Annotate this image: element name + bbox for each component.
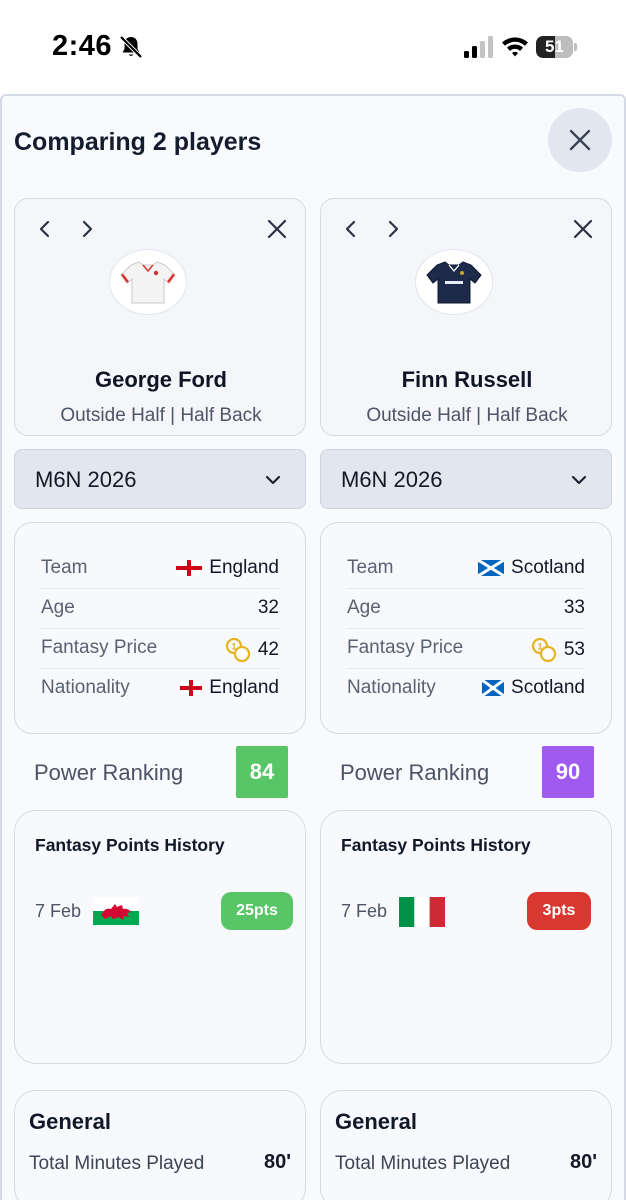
info-row-team: Team Scotland — [347, 549, 585, 589]
player-name: Finn Russell — [401, 367, 533, 392]
england-flag-icon — [176, 560, 203, 576]
player-info-card: Team Scotland Age 33 Fantasy Price 1 53 … — [320, 522, 612, 734]
nationality-value: Scotland — [511, 677, 585, 698]
wifi-icon — [502, 37, 528, 57]
price-label: Fantasy Price — [41, 637, 158, 658]
minutes-label: Total Minutes Played — [335, 1153, 511, 1174]
chevron-left-icon — [39, 220, 50, 238]
general-title: General — [29, 1109, 111, 1134]
info-row-age: Age 32 — [41, 589, 279, 629]
player-position: Outside Half | Half Back — [60, 405, 262, 426]
info-row-price: Fantasy Price 1 42 — [41, 629, 279, 669]
england-jersey-icon — [120, 261, 176, 304]
close-icon — [573, 219, 593, 239]
player-card: George Ford Outside Half | Half Back — [14, 198, 306, 436]
scotland-flag-icon — [478, 560, 505, 576]
player-card: Finn Russell Outside Half | Half Back — [320, 198, 612, 436]
price-label: Fantasy Price — [347, 637, 464, 658]
england-flag-icon — [180, 680, 203, 696]
general-stats-card: General Total Minutes Played 80' — [320, 1090, 612, 1200]
minutes-value: 80' — [569, 1151, 597, 1173]
battery-icon: 51 — [536, 36, 578, 58]
previous-player-button[interactable] — [31, 215, 59, 243]
age-label: Age — [41, 597, 75, 618]
history-date: 7 Feb — [341, 901, 388, 921]
age-value: 32 — [257, 597, 279, 618]
fantasy-history-card: Fantasy Points History 7 Feb 25pts — [14, 810, 306, 1064]
general-stats-card: General Total Minutes Played 80' — [14, 1090, 306, 1200]
chevron-right-icon — [388, 220, 399, 238]
remove-player-button[interactable] — [263, 215, 291, 243]
history-date: 7 Feb — [35, 901, 82, 921]
bell-muted-icon — [119, 35, 143, 59]
nationality-label: Nationality — [41, 677, 130, 698]
wales-flag-icon — [93, 897, 139, 925]
scotland-jersey-icon — [426, 261, 482, 304]
price-value: 53 — [563, 639, 585, 660]
season-dropdown[interactable]: M6N 2026 — [14, 449, 306, 509]
power-ranking-label: Power Ranking — [340, 760, 490, 785]
player-position: Outside Half | Half Back — [366, 405, 568, 426]
previous-player-button[interactable] — [337, 215, 365, 243]
player-name: George Ford — [94, 367, 227, 392]
coins-icon: 1 — [225, 637, 250, 663]
nationality-label: Nationality — [347, 677, 436, 698]
general-title: General — [335, 1109, 417, 1134]
age-value: 33 — [563, 597, 585, 618]
team-value: Scotland — [511, 557, 585, 578]
season-selected: M6N 2026 — [35, 467, 137, 492]
italy-flag-icon — [399, 897, 445, 927]
status-time: 2:46 — [52, 30, 113, 62]
chevron-left-icon — [345, 220, 356, 238]
close-icon — [569, 129, 591, 151]
status-bar: 2:46 51 — [0, 0, 626, 92]
page-title: Comparing 2 players — [14, 128, 262, 156]
player-avatar — [415, 249, 493, 315]
points-badge: 25pts — [221, 892, 293, 930]
info-row-age: Age 33 — [347, 589, 585, 629]
team-value: England — [209, 557, 279, 578]
close-icon — [267, 219, 287, 239]
chevron-down-icon — [571, 475, 587, 485]
battery-percent: 51 — [545, 37, 564, 56]
price-value: 42 — [257, 639, 279, 660]
power-ranking-badge: 90 — [542, 746, 594, 798]
season-selected: M6N 2026 — [341, 467, 443, 492]
info-row-team: Team England — [41, 549, 279, 589]
points-badge: 3pts — [527, 892, 591, 930]
info-row-nationality: Nationality Scotland — [347, 669, 585, 709]
next-player-button[interactable] — [73, 215, 101, 243]
player-avatar — [109, 249, 187, 315]
team-label: Team — [347, 557, 394, 578]
info-row-price: Fantasy Price 1 53 — [347, 629, 585, 669]
coins-icon: 1 — [531, 637, 556, 663]
age-label: Age — [347, 597, 381, 618]
team-label: Team — [41, 557, 88, 578]
cellular-signal-icon — [464, 36, 493, 58]
chevron-down-icon — [265, 475, 281, 485]
next-player-button[interactable] — [379, 215, 407, 243]
power-ranking-label: Power Ranking — [34, 760, 184, 785]
history-title: Fantasy Points History — [35, 835, 225, 855]
chevron-right-icon — [82, 220, 93, 238]
nationality-value: England — [209, 677, 279, 698]
remove-player-button[interactable] — [569, 215, 597, 243]
minutes-label: Total Minutes Played — [29, 1153, 205, 1174]
scotland-flag-icon — [482, 680, 505, 696]
player-info-card: Team England Age 32 Fantasy Price 1 42 N… — [14, 522, 306, 734]
history-title: Fantasy Points History — [341, 835, 531, 855]
power-ranking-badge: 84 — [236, 746, 288, 798]
minutes-value: 80' — [263, 1151, 291, 1173]
close-compare-button[interactable] — [548, 108, 612, 172]
fantasy-history-card: Fantasy Points History 7 Feb 3pts — [320, 810, 612, 1064]
info-row-nationality: Nationality England — [41, 669, 279, 709]
season-dropdown[interactable]: M6N 2026 — [320, 449, 612, 509]
